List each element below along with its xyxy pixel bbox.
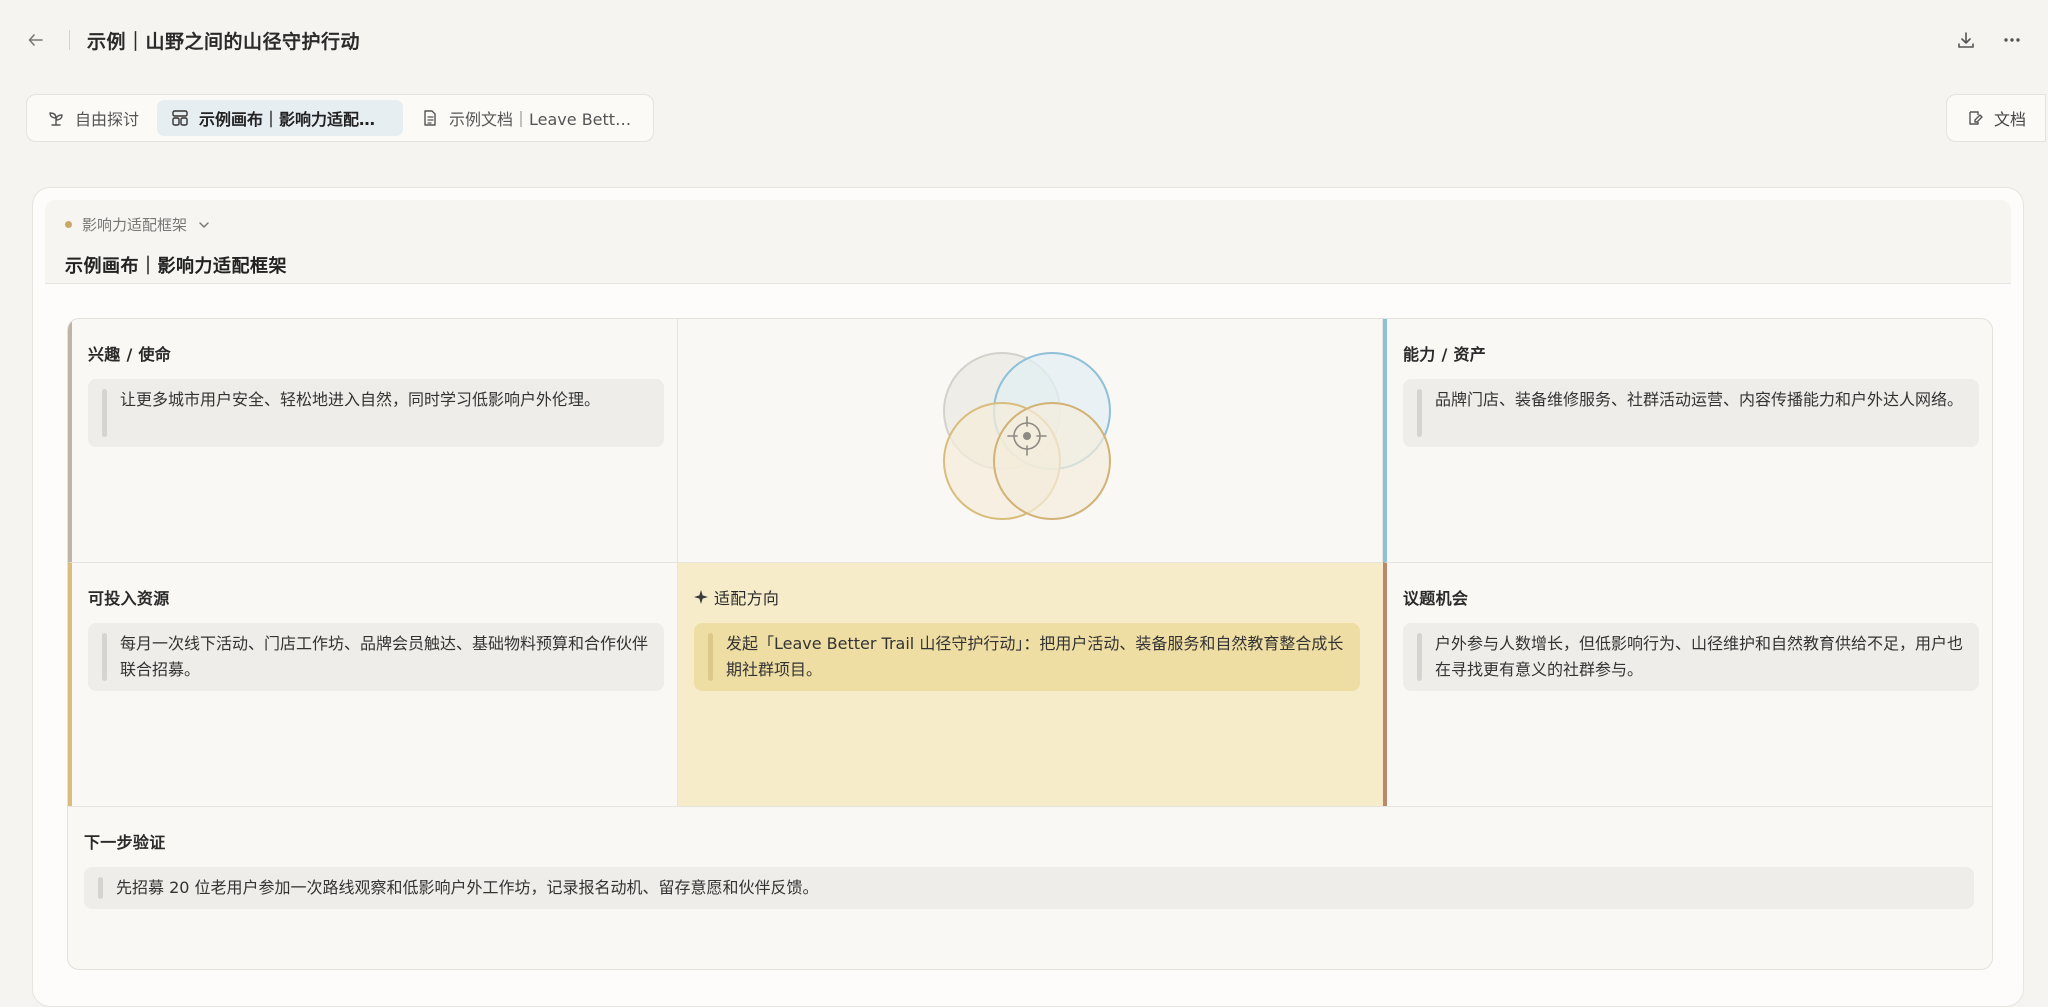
cell-ability-assets: 能力 / 资产 品牌门店、装备维修服务、社群活动运营、内容传播能力和户外达人网络… <box>1383 319 1992 562</box>
arrow-left-icon <box>28 34 43 46</box>
fit-heading-text: 适配方向 <box>714 589 780 608</box>
note-card[interactable]: 先招募 20 位老用户参加一次路线观察和低影响户外工作坊，记录报名动机、留存意愿… <box>84 867 1974 909</box>
sparkle-icon <box>694 590 708 604</box>
tab-free-discussion[interactable]: 自由探讨 <box>33 100 153 136</box>
back-button[interactable] <box>22 26 50 54</box>
tab-label: 自由探讨 <box>75 110 140 129</box>
target-center <box>1023 432 1031 440</box>
status-dot <box>65 221 72 228</box>
canvas-layout-icon <box>172 110 188 126</box>
top-bar: 示例｜山野之间的山径守护行动 <box>0 0 2048 80</box>
more-button[interactable] <box>1996 24 2028 56</box>
cell-heading: 能力 / 资产 <box>1403 345 1487 364</box>
canvas-title: 示例画布｜影响力适配框架 <box>65 256 287 277</box>
note-card[interactable]: 每月一次线下活动、门店工作坊、品牌会员触达、基础物料预算和合作伙伴联合招募。 <box>88 623 664 691</box>
document-icon <box>424 110 436 126</box>
document-button-label: 文档 <box>1993 110 2026 129</box>
note-card[interactable]: 品牌门店、装备维修服务、社群活动运营、内容传播能力和户外达人网络。 <box>1403 379 1979 447</box>
cell-interest-mission: 兴趣 / 使命 让更多城市用户安全、轻松地进入自然，同时学习低影响户外伦理。 <box>68 319 678 562</box>
cell-resources: 可投入资源 每月一次线下活动、门店工作坊、品牌会员触达、基础物料预算和合作伙伴联… <box>68 562 678 806</box>
framework-board: 兴趣 / 使命 让更多城市用户安全、轻松地进入自然，同时学习低影响户外伦理。 能… <box>67 318 1993 970</box>
cell-fit-direction: 适配方向 发起「Leave Better Trail 山径守护行动」：把用户活动… <box>678 562 1383 806</box>
cell-heading: 适配方向 <box>694 585 779 609</box>
venn-diagram-icon <box>943 352 1111 520</box>
tab-bar: 自由探讨 示例画布｜影响力适配框架 示例文档｜Leave Better Trai… <box>26 94 654 142</box>
tab-label: 示例文档｜Leave Better Trail <box>449 110 639 129</box>
cell-next-validation: 下一步验证 先招募 20 位老用户参加一次路线观察和低影响户外工作坊，记录报名动… <box>68 806 1992 969</box>
canvas-card: 影响力适配框架 示例画布｜影响力适配框架 兴趣 / 使命 让更多城市用户安全、轻… <box>32 187 2024 1007</box>
page-title: 示例｜山野之间的山径守护行动 <box>87 31 361 53</box>
download-button[interactable] <box>1950 24 1982 56</box>
card-header: 影响力适配框架 示例画布｜影响力适配框架 <box>45 200 2011 284</box>
sprout-icon <box>49 112 63 126</box>
note-card[interactable]: 让更多城市用户安全、轻松地进入自然，同时学习低影响户外伦理。 <box>88 379 664 447</box>
download-icon <box>1958 32 1974 48</box>
cell-heading: 兴趣 / 使命 <box>88 345 172 364</box>
chevron-down-icon <box>199 221 209 228</box>
tab-example-document[interactable]: 示例文档｜Leave Better Trail <box>407 100 653 136</box>
cell-heading: 议题机会 <box>1403 589 1469 608</box>
framework-selector-label: 影响力适配框架 <box>82 216 188 234</box>
edit-note-icon <box>1969 111 1983 125</box>
title-divider <box>69 30 70 50</box>
venn-circle-issue <box>993 402 1111 520</box>
document-panel-button[interactable]: 文档 <box>1946 94 2046 142</box>
more-icon <box>2004 38 2020 42</box>
cell-venn-diagram <box>678 319 1383 562</box>
tab-label: 示例画布｜影响力适配框架 <box>199 110 390 129</box>
tab-example-canvas[interactable]: 示例画布｜影响力适配框架 <box>157 100 404 136</box>
note-card[interactable]: 发起「Leave Better Trail 山径守护行动」：把用户活动、装备服务… <box>694 623 1360 691</box>
note-card[interactable]: 户外参与人数增长，但低影响行为、山径维护和自然教育供给不足，用户也在寻找更有意义… <box>1403 623 1979 691</box>
cell-heading: 下一步验证 <box>84 833 166 852</box>
cell-heading: 可投入资源 <box>88 589 170 608</box>
framework-selector[interactable]: 影响力适配框架 <box>65 214 211 235</box>
cell-issue-opportunity: 议题机会 户外参与人数增长，但低影响行为、山径维护和自然教育供给不足，用户也在寻… <box>1383 562 1992 806</box>
